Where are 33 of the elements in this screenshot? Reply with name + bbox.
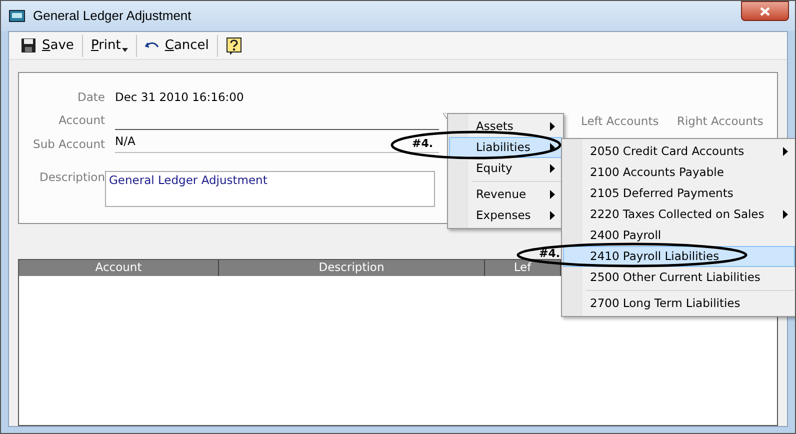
sub-account-label: Sub Account [32, 136, 105, 152]
menu-item[interactable]: 2100 Accounts Payable [563, 162, 795, 183]
undo-arrow-icon [144, 40, 159, 50]
left-accounts-header: Left Accounts [581, 113, 659, 130]
close-button[interactable] [741, 1, 789, 21]
cancel-button[interactable]: Cancel [140, 34, 213, 56]
menu-item[interactable]: 2050 Credit Card Accounts [563, 141, 795, 162]
window-app-icon [9, 10, 25, 22]
date-label: Date [76, 89, 105, 106]
right-accounts-header: Right Accounts [677, 113, 764, 130]
print-button[interactable]: Print [86, 34, 132, 56]
menu-item[interactable]: Assets [449, 116, 562, 137]
help-icon [226, 36, 242, 54]
description-field[interactable]: General Ledger Adjustment [105, 171, 435, 207]
caret-icon [122, 48, 128, 52]
menu-item[interactable]: 2220 Taxes Collected on Sales [563, 204, 795, 225]
date-value: Dec 31 2010 16:16:00 [115, 89, 245, 106]
annotation-label: #4. [539, 246, 560, 262]
column-header[interactable]: Description [219, 260, 485, 276]
save-button[interactable]: Save [17, 34, 78, 56]
menu-item[interactable]: 2500 Other Current Liabilities [563, 267, 795, 288]
column-header[interactable]: Account [19, 260, 219, 276]
menu-item[interactable]: Equity [449, 158, 562, 179]
description-label: Description [38, 169, 105, 186]
menu-item[interactable]: Expenses [449, 205, 562, 226]
menu-item[interactable]: Revenue [449, 184, 562, 205]
menu-item[interactable]: 2700 Long Term Liabilities [563, 293, 795, 314]
menu-item[interactable]: 2105 Deferred Payments [563, 183, 795, 204]
account-label: Account [58, 112, 105, 130]
window-title: General Ledger Adjustment [33, 7, 192, 26]
annotation-label: #4. [412, 136, 434, 152]
close-icon [760, 6, 770, 16]
menu-item[interactable]: 2400 Payroll [563, 225, 795, 246]
